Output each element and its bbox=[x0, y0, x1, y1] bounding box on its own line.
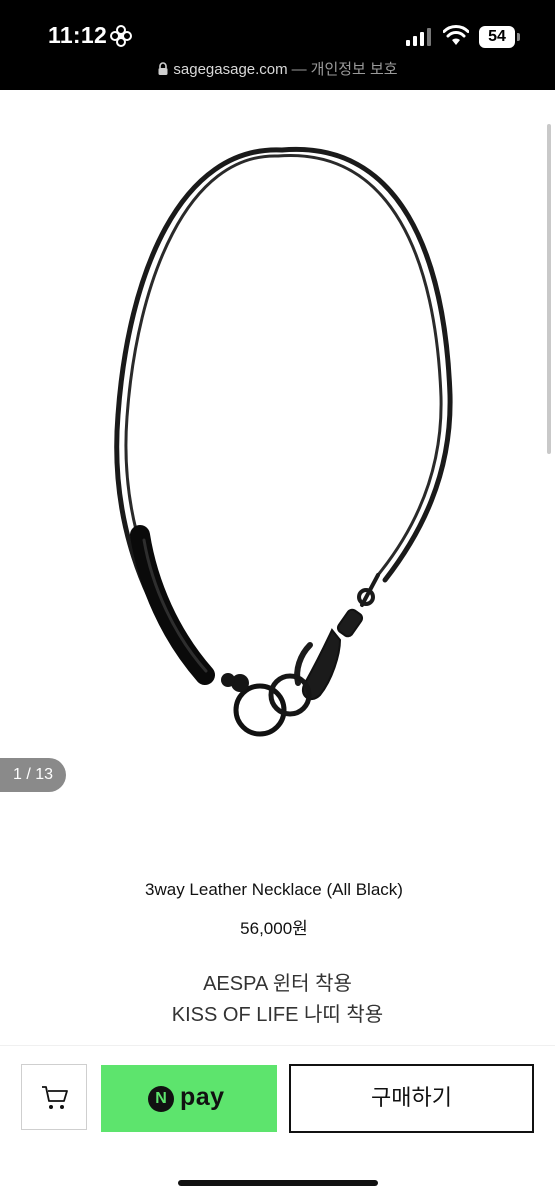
status-bar: 11:12 54 sagegasage.com — 개인정보 보호 bbox=[0, 0, 555, 90]
wifi-icon bbox=[443, 25, 469, 45]
url-domain: sagegasage.com bbox=[173, 61, 288, 78]
promo-line-1: AESPA 윈터 착용 bbox=[203, 973, 352, 995]
image-counter: 1 / 13 bbox=[0, 758, 66, 792]
home-indicator bbox=[178, 1180, 378, 1186]
product-image[interactable] bbox=[100, 135, 460, 755]
privacy-note: 개인정보 보호 bbox=[310, 61, 398, 78]
product-price: 56,000원 bbox=[240, 919, 308, 938]
npay-label: pay bbox=[180, 1083, 225, 1111]
url-separator: — bbox=[291, 61, 307, 78]
npay-button[interactable]: N pay bbox=[101, 1065, 277, 1132]
battery-icon: 54 bbox=[479, 26, 515, 48]
scrollbar-thumb[interactable] bbox=[547, 124, 551, 454]
url-bar[interactable]: sagegasage.com — 개인정보 보호 bbox=[0, 58, 555, 80]
purchase-bar: N pay 구매하기 bbox=[0, 1045, 555, 1201]
battery-nub bbox=[517, 33, 520, 41]
promo-line-2: KISS OF LIFE 나띠 착용 bbox=[171, 1004, 384, 1026]
cart-button[interactable] bbox=[21, 1064, 87, 1130]
cart-icon bbox=[42, 1086, 68, 1109]
product-name: 3way Leather Necklace (All Black) bbox=[145, 880, 403, 899]
status-time: 11:12 bbox=[48, 22, 108, 48]
npay-logo-icon: N bbox=[148, 1086, 174, 1112]
buy-button[interactable]: 구매하기 bbox=[289, 1064, 534, 1133]
signal-icon bbox=[406, 28, 431, 46]
lock-icon bbox=[158, 62, 168, 75]
flower-icon bbox=[110, 25, 132, 47]
